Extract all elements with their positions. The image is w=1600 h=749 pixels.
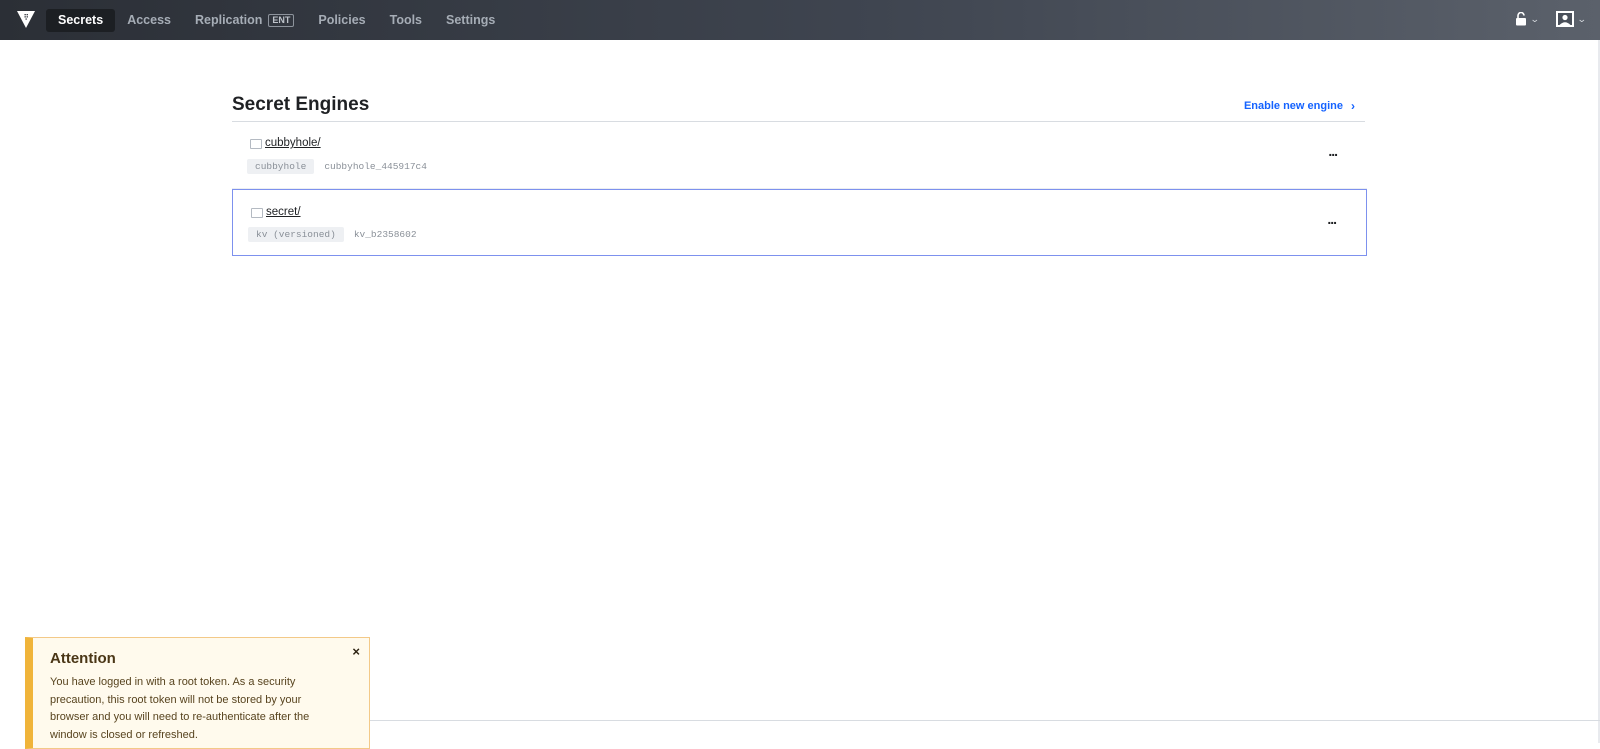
engine-type-tag: kv (versioned) <box>248 227 344 242</box>
nav-item-label: Secrets <box>58 13 104 27</box>
engine-row-cubbyhole[interactable]: cubbyhole/ cubbyhole cubbyhole_445917c4 … <box>232 122 1367 189</box>
status-menu-button[interactable]: ⌄ <box>1515 12 1540 26</box>
nav-item-label: Tools <box>389 13 423 27</box>
toast-title: Attention <box>50 650 116 667</box>
nav-menu: Secrets Access Replication ENT Policies … <box>46 9 507 32</box>
user-menu-button[interactable]: ⌄ <box>1556 11 1588 27</box>
nav-item-policies[interactable]: Policies <box>306 9 377 32</box>
top-nav: Secrets Access Replication ENT Policies … <box>0 0 1600 40</box>
nav-item-replication[interactable]: Replication ENT <box>183 9 306 32</box>
engine-link[interactable]: secret/ <box>266 206 301 218</box>
engine-type-tag: cubbyhole <box>247 159 315 174</box>
enable-link-label: Enable new engine <box>1243 100 1343 112</box>
engine-meta: cubbyhole cubbyhole_445917c4 <box>247 159 427 174</box>
page-header: Secret Engines Enable new engine › <box>232 92 1365 122</box>
ent-badge: ENT <box>268 14 295 27</box>
toast-message: You have logged in with a root token. As… <box>50 676 310 741</box>
engine-row-secret[interactable]: secret/ kv (versioned) kv_b2358602 ... <box>232 189 1367 256</box>
engine-meta: kv (versioned) kv_b2358602 <box>248 227 417 242</box>
more-actions-button[interactable]: ... <box>1328 143 1338 159</box>
engine-link[interactable]: cubbyhole/ <box>265 137 321 149</box>
engine-name: cubbyhole/ <box>250 137 321 149</box>
nav-item-settings[interactable]: Settings <box>434 9 507 32</box>
nav-item-label: Settings <box>446 13 496 27</box>
unlock-icon <box>1515 12 1526 26</box>
folder-icon <box>250 139 262 149</box>
enable-new-engine-link[interactable]: Enable new engine › <box>1244 99 1355 113</box>
nav-item-label: Replication <box>194 13 263 27</box>
nav-item-access[interactable]: Access <box>115 9 183 32</box>
engine-accessor: cubbyhole_445917c4 <box>324 161 427 172</box>
more-actions-button[interactable]: ... <box>1327 211 1337 227</box>
attention-toast: Attention × You have logged in with a ro… <box>25 637 370 749</box>
chevron-down-icon: ⌄ <box>1577 14 1588 24</box>
chevron-down-icon: ⌄ <box>1529 14 1540 24</box>
nav-item-tools[interactable]: Tools <box>378 9 434 32</box>
close-icon[interactable]: × <box>352 644 360 659</box>
vault-logo-icon[interactable] <box>16 9 36 29</box>
nav-item-label: Policies <box>318 13 366 27</box>
nav-item-label: Access <box>127 13 171 27</box>
user-icon <box>1556 11 1575 27</box>
footer-divider <box>370 720 1600 721</box>
nav-right-controls: ⌄ ⌄ <box>1515 11 1588 27</box>
nav-item-secrets[interactable]: Secrets <box>46 9 116 32</box>
engine-accessor: kv_b2358602 <box>353 229 417 240</box>
engine-name: secret/ <box>251 206 301 218</box>
chevron-right-icon: › <box>1351 99 1355 113</box>
folder-icon <box>251 208 263 218</box>
page-title: Secret Engines <box>232 94 370 115</box>
